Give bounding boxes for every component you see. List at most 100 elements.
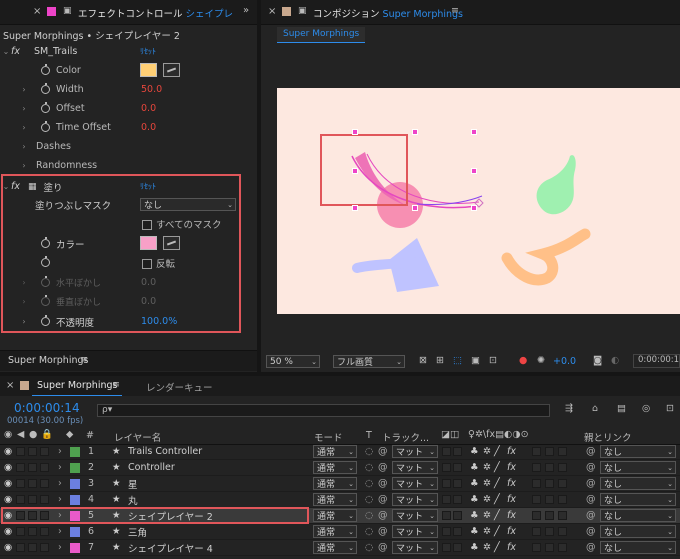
fx-icon[interactable]: fx bbox=[11, 181, 20, 192]
track-matte-dropdown[interactable]: マット ⌄ bbox=[392, 541, 438, 554]
checkbox-icon[interactable] bbox=[142, 259, 152, 269]
lock-toggle[interactable] bbox=[40, 495, 49, 504]
track-matte-icon[interactable]: @ bbox=[378, 492, 388, 507]
panel-menu-icon[interactable]: ≡ bbox=[451, 5, 459, 16]
width-value[interactable]: 50.0 bbox=[141, 84, 162, 95]
switch-box[interactable] bbox=[453, 447, 462, 456]
parent-dropdown[interactable]: なし ⌄ bbox=[600, 525, 676, 538]
quality-switch-icon[interactable]: ╱ bbox=[494, 460, 500, 475]
track-matte-dropdown[interactable]: マット ⌄ bbox=[392, 445, 438, 458]
switch-box[interactable] bbox=[453, 495, 462, 504]
audio-toggle[interactable] bbox=[16, 447, 25, 456]
preserve-transparency-icon[interactable]: ◌ bbox=[365, 524, 373, 539]
fx-switch-icon[interactable]: fx bbox=[507, 492, 516, 507]
lock-toggle[interactable] bbox=[40, 463, 49, 472]
eye-icon[interactable]: ◉ bbox=[4, 476, 12, 491]
stopwatch-icon[interactable] bbox=[41, 102, 50, 113]
switch-box[interactable] bbox=[558, 479, 567, 488]
track-matte-dropdown[interactable]: マット ⌄ bbox=[392, 461, 438, 474]
bbox-handle[interactable] bbox=[352, 205, 358, 211]
reset-button[interactable]: ﾘｾｯﾄ bbox=[140, 181, 156, 192]
switch-box[interactable] bbox=[532, 479, 541, 488]
fx-switch-icon[interactable]: fx bbox=[507, 524, 516, 539]
parent-dropdown[interactable]: なし ⌄ bbox=[600, 509, 676, 522]
reset-button[interactable]: ﾘｾｯﾄ bbox=[140, 46, 156, 57]
lock-icon[interactable]: 🔒 bbox=[41, 429, 53, 440]
collapse-switch-icon[interactable]: ✲ bbox=[483, 476, 491, 491]
label-color-swatch[interactable] bbox=[70, 543, 80, 553]
label-color-swatch[interactable] bbox=[70, 447, 80, 457]
switch-box[interactable] bbox=[532, 495, 541, 504]
render-queue-tab[interactable]: レンダーキュー bbox=[146, 380, 213, 394]
pickwhip-icon[interactable]: @ bbox=[586, 540, 596, 555]
switch-box[interactable] bbox=[558, 447, 567, 456]
invert-checkbox[interactable]: 反転 bbox=[142, 256, 175, 270]
mode-dropdown[interactable]: 通常 ⌄ bbox=[313, 461, 357, 474]
switch-box[interactable] bbox=[532, 447, 541, 456]
bbox-handle[interactable] bbox=[352, 168, 358, 174]
preserve-transparency-icon[interactable]: ◌ bbox=[365, 460, 373, 475]
track-matte-icon[interactable]: @ bbox=[378, 460, 388, 475]
fx-sm-trails[interactable]: ⌄ fx SM_Trails ﾘｾｯﾄ bbox=[0, 42, 256, 61]
shy-switch-icon[interactable]: ♣ bbox=[470, 524, 479, 539]
mode-dropdown[interactable]: 通常 ⌄ bbox=[313, 541, 357, 554]
parent-dropdown[interactable]: なし ⌄ bbox=[600, 541, 676, 554]
time-offset-value[interactable]: 0.0 bbox=[141, 122, 156, 133]
mode-dropdown[interactable]: 通常 ⌄ bbox=[313, 493, 357, 506]
all-masks-checkbox[interactable]: すべてのマスク bbox=[142, 217, 221, 231]
fit-icon[interactable]: ⊠ bbox=[419, 355, 427, 366]
collapse-switch-icon[interactable]: ✲ bbox=[483, 460, 491, 475]
quality-switch-icon[interactable]: ╱ bbox=[494, 508, 500, 523]
shy-switch-icon[interactable]: ♣ bbox=[470, 476, 479, 491]
shy-switch-icon[interactable]: ♣ bbox=[470, 540, 479, 555]
stopwatch-icon[interactable] bbox=[41, 256, 50, 267]
transparency-grid-icon[interactable]: ⊞ bbox=[436, 355, 444, 366]
preserve-transparency-icon[interactable]: ◌ bbox=[365, 476, 373, 491]
snapshot-icon[interactable]: ◙ bbox=[593, 355, 602, 366]
lock-icon[interactable]: ▣ bbox=[63, 6, 72, 16]
switch-box[interactable] bbox=[545, 479, 554, 488]
audio-toggle[interactable] bbox=[16, 543, 25, 552]
switch-box[interactable] bbox=[453, 511, 462, 520]
parent-dropdown[interactable]: なし ⌄ bbox=[600, 461, 676, 474]
switch-box[interactable] bbox=[545, 527, 554, 536]
layer-row[interactable]: ◉ › 3 ★ 星 通常 ⌄ ◌ @ マット ⌄ ♣ ✲ ╱ fx @ なし ⌄ bbox=[0, 476, 680, 492]
panel-divider[interactable] bbox=[257, 0, 261, 372]
expand-icon[interactable]: › bbox=[19, 104, 29, 113]
track-matte-dropdown[interactable]: マット ⌄ bbox=[392, 477, 438, 490]
switch-box[interactable] bbox=[453, 479, 462, 488]
switch-box[interactable] bbox=[558, 527, 567, 536]
switch-box[interactable] bbox=[442, 479, 451, 488]
expand-icon[interactable]: › bbox=[19, 297, 29, 306]
eye-icon[interactable]: ◉ bbox=[4, 460, 12, 475]
layer-row[interactable]: ◉ › 4 ★ 丸 通常 ⌄ ◌ @ マット ⌄ ♣ ✲ ╱ fx @ なし ⌄ bbox=[0, 492, 680, 508]
stopwatch-icon[interactable] bbox=[41, 315, 50, 326]
shy-switch-icon[interactable]: ♣ bbox=[470, 460, 479, 475]
quality-switch-icon[interactable]: ╱ bbox=[494, 524, 500, 539]
parent-dropdown[interactable]: なし ⌄ bbox=[600, 445, 676, 458]
region-of-interest-icon[interactable]: ▣ bbox=[471, 355, 480, 366]
expand-icon[interactable]: › bbox=[19, 317, 29, 326]
fx-switch-icon[interactable]: fx bbox=[507, 444, 516, 459]
expand-icon[interactable]: › bbox=[58, 540, 62, 555]
audio-toggle[interactable] bbox=[16, 479, 25, 488]
switch-box[interactable] bbox=[442, 543, 451, 552]
eyedropper-icon[interactable] bbox=[163, 236, 180, 250]
switch-box[interactable] bbox=[532, 527, 541, 536]
solo-toggle[interactable] bbox=[28, 543, 37, 552]
expand-icon[interactable]: › bbox=[19, 278, 29, 287]
bbox-handle[interactable] bbox=[471, 129, 477, 135]
comp-viewer[interactable] bbox=[277, 88, 680, 314]
switch-box[interactable] bbox=[453, 543, 462, 552]
track-matte-dropdown[interactable]: マット ⌄ bbox=[392, 525, 438, 538]
mode-dropdown[interactable]: 通常 ⌄ bbox=[313, 509, 357, 522]
collapse-switch-icon[interactable]: ✲ bbox=[483, 444, 491, 459]
solo-toggle[interactable] bbox=[28, 463, 37, 472]
switch-box[interactable] bbox=[558, 543, 567, 552]
switch-box[interactable] bbox=[532, 463, 541, 472]
eye-icon[interactable]: ◉ bbox=[4, 540, 12, 555]
pickwhip-icon[interactable]: @ bbox=[586, 460, 596, 475]
expand-icon[interactable]: › bbox=[58, 476, 62, 491]
show-snapshot-icon[interactable]: ◐ bbox=[611, 355, 619, 366]
fx-fill[interactable]: ⌄ fx ▦ 塗り ﾘｾｯﾄ bbox=[0, 177, 256, 196]
